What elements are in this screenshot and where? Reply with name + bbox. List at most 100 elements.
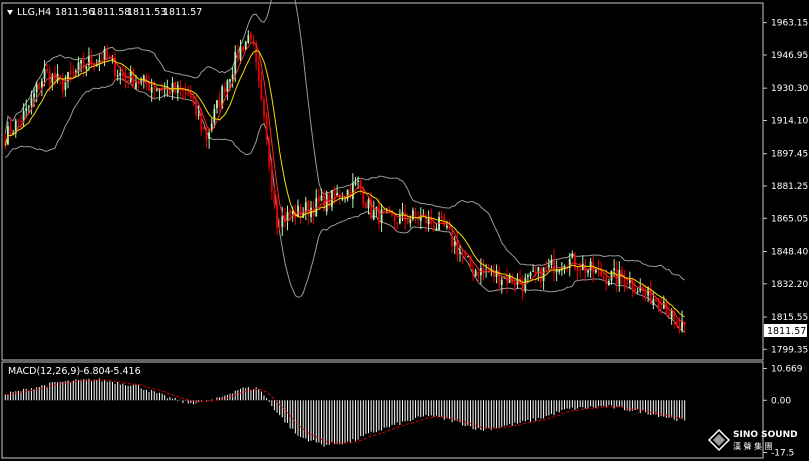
candle-body — [121, 74, 124, 77]
price-tick-label: 1865.05 — [771, 214, 808, 224]
candle-body — [197, 114, 200, 116]
candle-body — [456, 240, 459, 255]
candle-body — [33, 93, 35, 98]
logo-brand-cn: 漢 聲 集 團 — [733, 441, 773, 451]
logo-brand: SINO SOUND — [733, 430, 798, 440]
candle-body — [367, 199, 370, 209]
candle-body — [398, 215, 401, 224]
candle-body — [260, 79, 263, 100]
candle-body — [150, 87, 153, 93]
candle-body — [135, 83, 137, 89]
candle-body — [655, 298, 657, 302]
price-tick-label: 1963.15 — [771, 19, 808, 29]
candle-body — [189, 94, 192, 98]
candle-body — [372, 210, 375, 220]
candle-body — [106, 48, 109, 59]
candle-body — [38, 82, 41, 89]
candle-body — [406, 220, 409, 223]
candle-body — [435, 228, 438, 231]
ohlc-high: 1811.58 — [91, 7, 130, 18]
candle-body — [64, 82, 67, 91]
candle-body — [359, 180, 362, 191]
candle-body — [273, 190, 276, 206]
candle-body — [474, 270, 477, 277]
candle-body — [263, 98, 265, 118]
candle-body — [378, 205, 380, 224]
candle-body — [393, 216, 396, 222]
price-tick-label: 1930.30 — [771, 84, 808, 94]
candle-body — [231, 74, 234, 79]
candle-body — [317, 196, 320, 202]
macd-tick-label: -17.5 — [771, 449, 794, 459]
price-tick-label: 1914.10 — [771, 116, 808, 126]
candle-body — [532, 270, 535, 272]
candle-body — [401, 211, 404, 215]
candle-body — [495, 270, 498, 277]
candle-body — [304, 202, 307, 211]
candle-body — [618, 269, 621, 285]
candle-body — [571, 254, 574, 258]
candle-body — [80, 59, 82, 64]
candle-body — [35, 84, 38, 93]
candle-body — [670, 310, 673, 319]
macd-tick-label: 10.669 — [771, 364, 803, 374]
candle-body — [362, 188, 365, 205]
candle-body — [208, 132, 211, 139]
candle-body — [678, 325, 681, 330]
candle-body — [414, 211, 417, 216]
macd-tick-label: 0.00 — [771, 396, 791, 406]
candle-body — [257, 63, 260, 81]
candle-body — [553, 258, 555, 274]
candle-body — [242, 45, 245, 52]
candle-body — [72, 72, 75, 74]
candle-body — [250, 33, 252, 40]
candle-body — [513, 282, 516, 286]
candle-body — [226, 80, 229, 92]
candle-body — [461, 254, 464, 256]
candle-body — [660, 307, 663, 309]
candle-body — [281, 216, 284, 227]
candle-body — [636, 291, 639, 293]
candle-body — [155, 88, 158, 91]
candle-body — [239, 46, 242, 60]
candle-body — [652, 299, 655, 306]
candle-body — [268, 140, 271, 167]
candle-body — [43, 69, 46, 79]
candle-body — [574, 253, 576, 269]
current-price-label: 1811.57 — [767, 326, 806, 337]
candle-body — [540, 268, 542, 283]
candle-body — [668, 313, 670, 317]
candle-body — [644, 292, 647, 295]
candle-body — [555, 270, 558, 273]
candle-body — [500, 279, 503, 286]
candle-body — [459, 252, 461, 254]
candle-body — [409, 219, 412, 224]
candle-body — [85, 66, 88, 69]
candle-body — [276, 204, 278, 228]
candle-body — [216, 100, 218, 109]
candle-body — [174, 82, 177, 92]
candle-body — [315, 198, 318, 217]
candle-body — [550, 259, 553, 265]
candle-body — [351, 182, 354, 200]
candle-body — [69, 71, 72, 74]
macd-label: MACD(12,26,9) — [8, 366, 80, 377]
candle-body — [608, 281, 610, 286]
candle-body — [195, 100, 197, 115]
candle-body — [440, 215, 443, 219]
candle-body — [265, 116, 268, 140]
candle-body — [25, 108, 28, 111]
candle-body — [286, 212, 289, 222]
candle-body — [466, 256, 469, 258]
candle-body — [354, 182, 357, 185]
candle-body — [205, 128, 208, 140]
price-tick-label: 1946.95 — [771, 51, 808, 61]
candle-body — [613, 268, 616, 271]
candle-body — [529, 272, 532, 277]
candle-body — [328, 194, 331, 206]
candle-body — [445, 225, 448, 228]
candle-body — [380, 209, 383, 223]
candle-body — [229, 79, 231, 82]
price-tick-label: 1848.40 — [771, 248, 808, 258]
candle-body — [576, 267, 579, 272]
